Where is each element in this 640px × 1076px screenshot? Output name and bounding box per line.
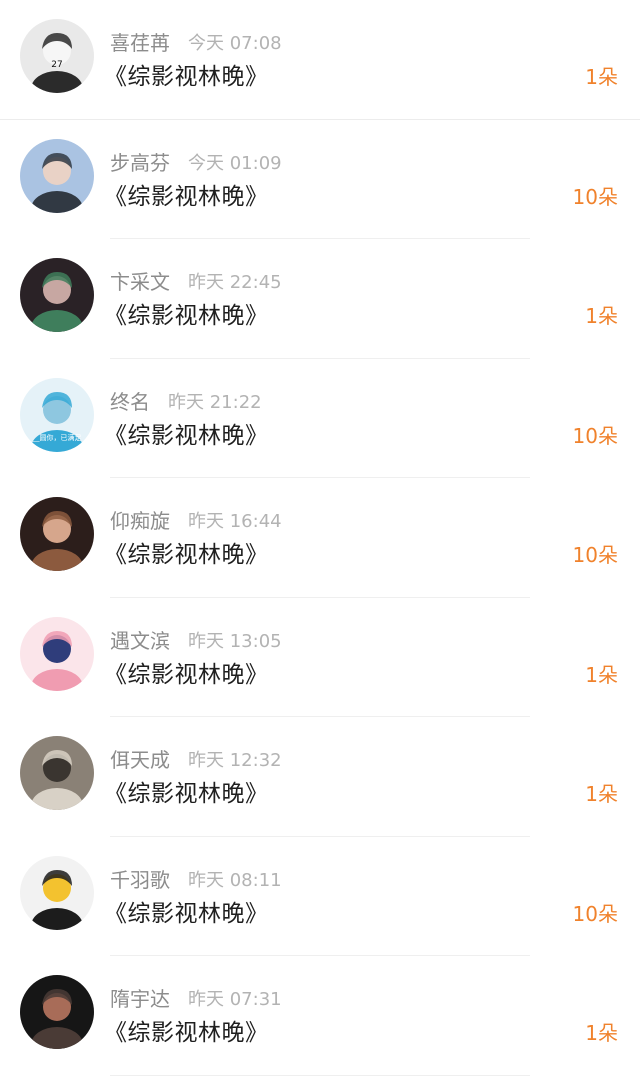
list-item[interactable]: 千羽歌 昨天 08:11 《综影视林晚》 10朵 bbox=[0, 836, 640, 956]
book-title[interactable]: 《综影视林晚》 bbox=[104, 1013, 269, 1047]
user-avatar[interactable] bbox=[20, 497, 94, 571]
user-name[interactable]: 遇文滨 bbox=[110, 625, 170, 654]
timestamp: 昨天 22:45 bbox=[188, 272, 282, 293]
user-name[interactable]: 卞采文 bbox=[110, 266, 170, 295]
flower-count: 1朵 bbox=[585, 304, 618, 328]
book-title[interactable]: 《综影视林晚》 bbox=[104, 177, 269, 211]
user-avatar[interactable] bbox=[20, 975, 94, 1049]
book-title[interactable]: 《综影视林晚》 bbox=[104, 894, 269, 928]
user-name[interactable]: 步高芬 bbox=[110, 147, 170, 176]
svg-text:__圆你，已满足: __圆你，已满足 bbox=[32, 433, 82, 442]
list-item[interactable]: 遇文滨 昨天 13:05 《综影视林晚》 1朵 bbox=[0, 597, 640, 717]
user-name[interactable]: 隋宇达 bbox=[110, 983, 170, 1012]
list-item[interactable]: 步高芬 今天 01:09 《综影视林晚》 10朵 bbox=[0, 119, 640, 239]
timestamp: 昨天 08:11 bbox=[188, 869, 282, 891]
book-title[interactable]: 《综影视林晚》 bbox=[104, 296, 269, 330]
user-name[interactable]: 仰痴旋 bbox=[110, 505, 170, 534]
list-item[interactable]: 佴天成 昨天 12:32 《综影视林晚》 1朵 bbox=[0, 717, 640, 837]
flower-count: 10朵 bbox=[572, 543, 618, 567]
book-title[interactable]: 《综影视林晚》 bbox=[104, 57, 269, 91]
flower-count: 10朵 bbox=[572, 184, 618, 209]
book-title[interactable]: 《综影视林晚》 bbox=[104, 535, 269, 569]
timestamp: 昨天 16:44 bbox=[188, 511, 282, 532]
book-title[interactable]: 《综影视林晚》 bbox=[104, 655, 269, 689]
user-avatar[interactable] bbox=[20, 138, 94, 213]
list-item[interactable]: 隋宇达 昨天 07:31 《综影视林晚》 1朵 bbox=[0, 956, 640, 1076]
flower-count: 1朵 bbox=[585, 65, 618, 89]
timestamp: 昨天 12:32 bbox=[188, 750, 282, 771]
user-name[interactable]: 喜荏苒 bbox=[110, 27, 170, 56]
timestamp: 昨天 21:22 bbox=[168, 391, 262, 413]
user-avatar[interactable] bbox=[20, 736, 94, 810]
divider bbox=[110, 1074, 530, 1076]
user-avatar[interactable]: 27 bbox=[20, 19, 94, 93]
timestamp: 今天 01:09 bbox=[188, 152, 282, 174]
list-item[interactable]: __圆你，已满足 终名 昨天 21:22 《综影视林晚》 10朵 bbox=[0, 358, 640, 478]
list-item[interactable]: 27 喜荏苒 今天 07:08 《综影视林晚》 1朵 bbox=[0, 0, 640, 120]
gift-record-list: 27 喜荏苒 今天 07:08 《综影视林晚》 1朵 步高芬 今天 01:09 《综影视林晚》… bbox=[0, 0, 640, 1076]
list-item[interactable]: 卞采文 昨天 22:45 《综影视林晚》 1朵 bbox=[0, 239, 640, 359]
flower-count: 10朵 bbox=[572, 423, 618, 448]
list-item[interactable]: 仰痴旋 昨天 16:44 《综影视林晚》 10朵 bbox=[0, 478, 640, 598]
timestamp: 昨天 13:05 bbox=[188, 630, 282, 652]
user-name[interactable]: 佴天成 bbox=[110, 744, 170, 773]
user-avatar[interactable]: __圆你，已满足 bbox=[20, 377, 94, 452]
user-name[interactable]: 千羽歌 bbox=[110, 864, 170, 893]
timestamp: 昨天 07:31 bbox=[188, 989, 282, 1010]
book-title[interactable]: 《综影视林晚》 bbox=[104, 774, 269, 808]
svg-text:27: 27 bbox=[51, 60, 62, 70]
timestamp: 今天 07:08 bbox=[188, 33, 282, 54]
user-avatar[interactable] bbox=[20, 855, 94, 930]
user-avatar[interactable] bbox=[20, 258, 94, 332]
user-name[interactable]: 终名 bbox=[110, 386, 150, 415]
user-avatar[interactable] bbox=[20, 616, 94, 691]
flower-count: 1朵 bbox=[585, 1021, 618, 1045]
flower-count: 10朵 bbox=[572, 901, 618, 926]
flower-count: 1朵 bbox=[585, 662, 618, 687]
book-title[interactable]: 《综影视林晚》 bbox=[104, 416, 269, 450]
flower-count: 1朵 bbox=[585, 782, 618, 806]
